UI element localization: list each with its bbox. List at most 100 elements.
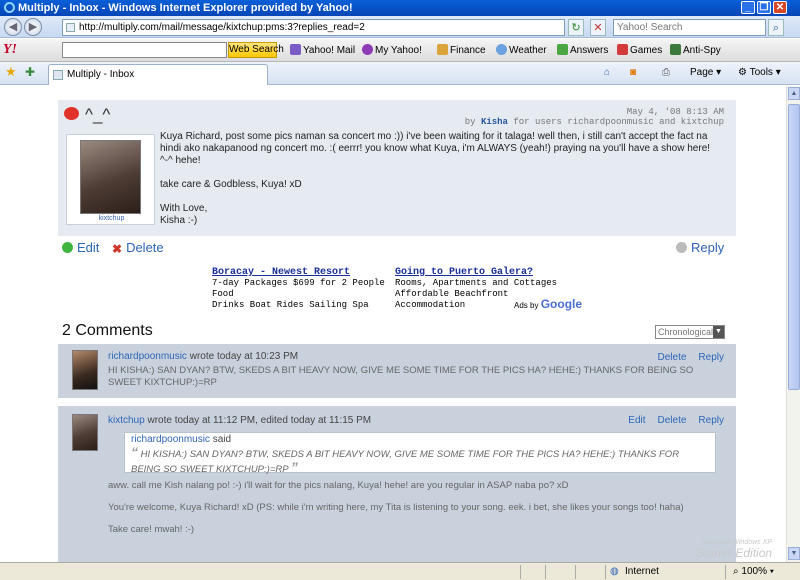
refresh-button[interactable]: ↻ [568,19,584,36]
reply-bubble-icon [676,242,687,253]
zoom-control[interactable]: ⌕ 100% ▾ [733,563,774,580]
finance-button[interactable]: Finance [437,44,486,57]
quote-text: “ HI KISHA:) SAN DYAN? BTW, SKEDS A BIT … [131,444,680,475]
status-divider [545,565,546,579]
weather-icon [496,44,507,55]
message-author-link[interactable]: Kisha [481,117,508,127]
favorites-bar: ★ ✚ Multiply - Inbox ⌂ ◙ ⎙ Page ▾ ⚙ Tool… [0,62,800,85]
author-avatar-card[interactable]: kixtchup [66,134,155,225]
avatar[interactable] [72,350,98,390]
print-icon[interactable]: ⎙ [662,67,670,78]
add-favorite-icon[interactable]: ✚ [25,65,35,79]
answers-icon [557,44,568,55]
avatar-username[interactable]: kixtchup [67,215,156,222]
quote-author-link[interactable]: richardpoonmusic [131,434,210,445]
maximize-button[interactable]: ❐ [757,1,771,14]
address-bar: ◀ ▶ http://multiply.com/mail/message/kix… [0,16,800,38]
page-menu-label: Page [690,67,714,78]
my-yahoo-button[interactable]: My Yahoo! [362,44,422,57]
close-window-button[interactable]: ✕ [773,1,787,14]
tools-menu-label: Tools [749,67,773,78]
delete-button[interactable]: ✖ Delete [112,240,164,256]
tools-icon: ⚙ [738,67,747,78]
favorites-star-icon[interactable]: ★ [5,64,17,80]
games-button[interactable]: Games [617,44,662,57]
tab-title: Multiply - Inbox [67,69,135,80]
search-field[interactable]: Yahoo! Search [613,19,766,36]
delete-icon: ✖ [112,242,123,256]
weather-button[interactable]: Weather [496,44,547,57]
google-logo: Google [540,297,583,311]
close-quote-icon: ” [290,459,298,475]
status-divider [725,565,726,579]
comment-edit-link[interactable]: Edit [628,415,645,426]
edit-button[interactable]: Edit [62,240,99,255]
message-date: May 4, '08 8:13 AM [626,107,724,117]
avatar[interactable] [80,140,141,214]
scrollbar-thumb[interactable] [788,104,800,390]
globe-icon: ◍ [610,566,619,577]
comment-item: richardpoonmusic wrote today at 10:23 PM… [58,344,736,398]
window-title-bar: Multiply - Inbox - Windows Internet Expl… [0,0,800,16]
status-divider [520,565,521,579]
message-box: ^_^ May 4, '08 8:13 AM by Kisha for user… [58,100,736,236]
comment-text: HI KISHA:) SAN DYAN? BTW, SKEDS A BIT HE… [108,365,694,388]
message-paragraph: Kisha :-) [160,215,198,226]
windows-watermark: Microsoft Windows XP Starter Edition [696,539,773,560]
page-icon [66,23,75,32]
page-content: ^_^ May 4, '08 8:13 AM by Kisha for user… [0,86,786,562]
back-button[interactable]: ◀ [4,18,22,36]
comment-line: aww. call me Kish nalang po! :-) i'll wa… [108,480,569,491]
status-divider [575,565,576,579]
ads-by-google[interactable]: Ads by Google [514,297,583,311]
url-field[interactable]: http://multiply.com/mail/message/kixtchu… [62,19,565,36]
comment-delete-link[interactable]: Delete [658,352,687,363]
zoom-icon: ⌕ [733,566,739,577]
feeds-icon[interactable]: ◙ [630,67,636,78]
comment-actions: Edit Delete Reply [616,415,724,426]
comment-reply-link[interactable]: Reply [698,415,724,426]
comment-sort-select[interactable]: Chronological ▼ [655,325,725,339]
comments-heading: 2 Comments [62,322,153,339]
stop-button[interactable]: ✕ [590,19,606,36]
comment-reply-link[interactable]: Reply [698,352,724,363]
yahoo-logo[interactable]: Y! [3,42,17,58]
reply-button[interactable]: Reply [676,240,724,255]
vertical-scrollbar[interactable]: ▲ ▼ [786,86,800,562]
open-quote-icon: “ [131,444,138,460]
answers-button[interactable]: Answers [557,44,608,57]
message-meta: May 4, '08 8:13 AM by Kisha for users ri… [464,107,724,127]
edit-icon [62,242,73,253]
search-icon[interactable]: ⌕ [768,19,784,36]
comment-header: kixtchup wrote today at 11:12 PM, edited… [108,415,372,426]
comment-author-link[interactable]: richardpoonmusic [108,351,187,362]
comment-delete-link[interactable]: Delete [658,415,687,426]
finance-icon [437,44,448,55]
ad-title-link[interactable]: Going to Puerto Galera? [395,267,533,278]
zone-label: Internet [625,566,659,577]
window-title: Multiply - Inbox - Windows Internet Expl… [18,2,353,14]
comment-item: kixtchup wrote today at 11:12 PM, edited… [58,406,736,562]
status-divider [605,565,606,579]
message-subject: ^_^ [64,105,110,125]
forward-button[interactable]: ▶ [24,18,42,36]
yahoo-mail-button[interactable]: Yahoo! Mail [290,44,355,57]
ad-title-link[interactable]: Boracay - Newest Resort [212,267,350,278]
games-icon [617,44,628,55]
tab-multiply-inbox[interactable]: Multiply - Inbox [48,64,268,85]
scroll-up-icon[interactable]: ▲ [788,87,800,100]
tools-menu[interactable]: ⚙ Tools ▾ [738,67,781,78]
avatar[interactable] [72,414,98,451]
anti-spy-button[interactable]: Anti-Spy [670,44,721,57]
comment-line: You're welcome, Kuya Richard! xD (PS: wh… [108,502,684,513]
web-search-button[interactable]: Web Search [228,42,284,58]
comment-author-link[interactable]: kixtchup [108,415,145,426]
page-menu[interactable]: Page ▾ [690,67,721,78]
yahoo-search-input[interactable] [62,42,227,58]
minimize-button[interactable]: _ [741,1,755,14]
comment-actions: Delete Reply [646,352,724,363]
comment-header: richardpoonmusic wrote today at 10:23 PM [108,351,299,362]
scroll-down-icon[interactable]: ▼ [788,547,800,560]
my-yahoo-icon [362,44,373,55]
home-icon[interactable]: ⌂ [604,67,610,78]
